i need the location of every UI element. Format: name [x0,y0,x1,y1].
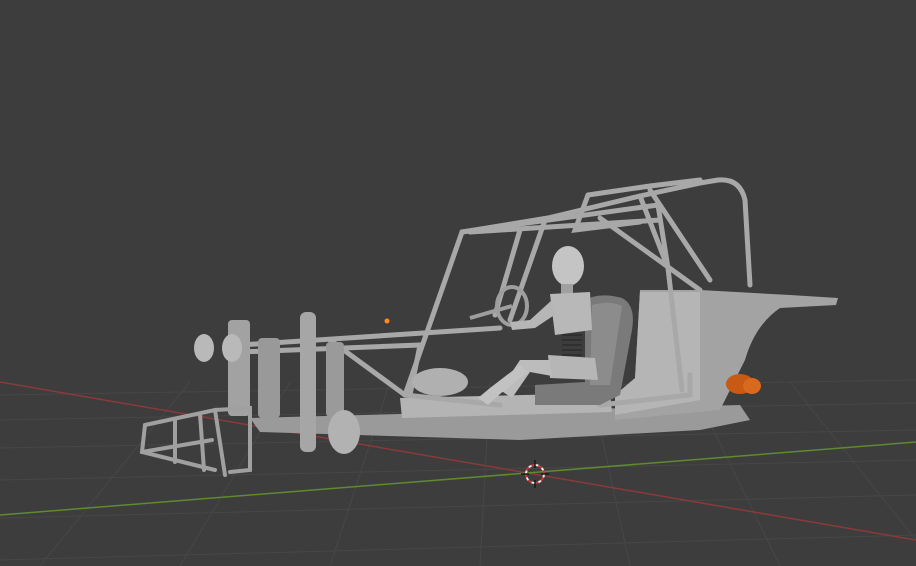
dummy-pelvis [548,355,598,380]
fuel-tank [412,368,468,396]
front-arm [326,342,344,417]
dummy-head [552,246,584,286]
3d-viewport[interactable] [0,0,916,566]
viewport-canvas[interactable] [0,0,916,566]
front-shock-left [300,312,316,452]
viewport-background [0,0,916,566]
exhaust-right [743,378,761,394]
headlight-right [222,334,242,362]
front-hub [328,410,360,454]
dummy-torso [550,292,592,335]
front-spring [258,338,280,418]
object-origin-icon [384,318,390,324]
headlight-left [194,334,214,362]
